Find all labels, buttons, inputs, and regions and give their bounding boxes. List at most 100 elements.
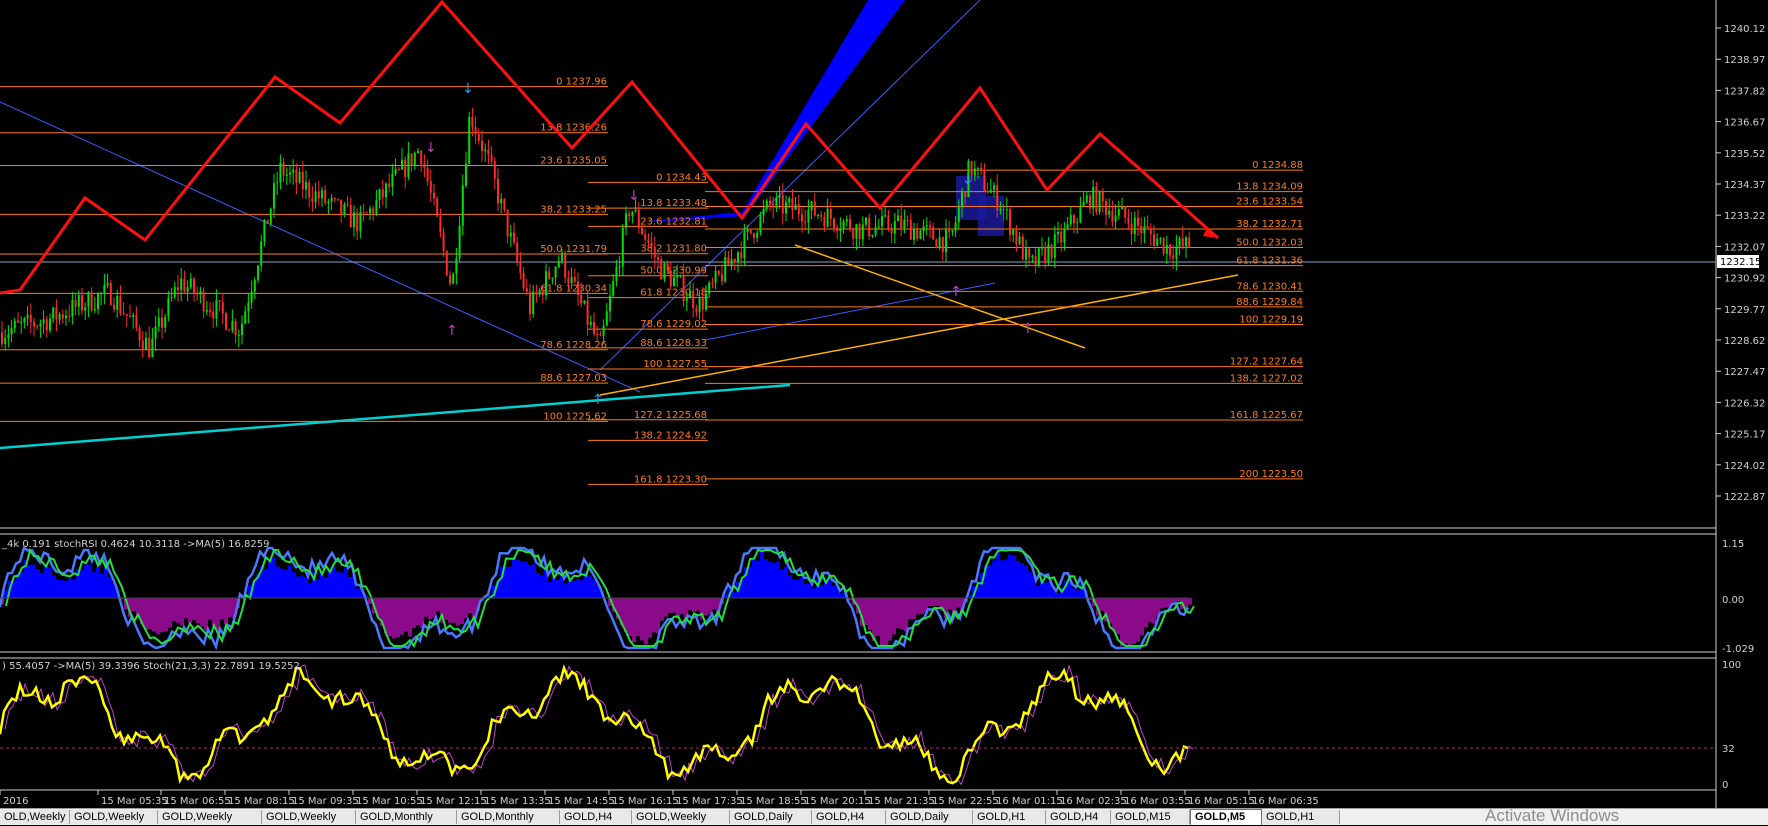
- candle-body: [375, 200, 377, 213]
- candle-body: [859, 224, 861, 239]
- candle-body: [945, 230, 947, 252]
- chart-tab[interactable]: GOLD,Daily: [730, 810, 812, 824]
- chart-tab[interactable]: GOLD,Weekly: [262, 810, 356, 824]
- candle-body: [1159, 238, 1161, 239]
- candle-body: [382, 189, 384, 197]
- fib-level-label: 61.8 1230.18: [640, 288, 707, 299]
- candle-body: [1140, 226, 1142, 233]
- histogram-bar: [756, 561, 760, 598]
- candle-body: [660, 260, 662, 280]
- candle-body: [356, 212, 358, 231]
- chart-tab[interactable]: GOLD,Weekly: [158, 810, 262, 824]
- candle-body: [161, 318, 163, 328]
- candle-body: [974, 168, 976, 175]
- candle-body: [167, 298, 169, 317]
- chart-tab[interactable]: OLD,Weekly: [0, 810, 70, 824]
- histogram-bar: [316, 579, 320, 598]
- candle-body: [929, 225, 931, 227]
- candle-body: [1022, 236, 1024, 259]
- candle-body: [955, 222, 957, 231]
- candle-body: [881, 216, 883, 226]
- candle-body: [513, 233, 515, 243]
- histogram-bar: [68, 578, 72, 598]
- candle-body: [465, 164, 467, 186]
- candle-body: [449, 275, 451, 283]
- histogram-bar: [556, 580, 560, 598]
- chart-tab[interactable]: GOLD,Weekly: [70, 810, 158, 824]
- candle-body: [651, 243, 653, 247]
- histogram-bar: [268, 558, 272, 598]
- candle-body: [740, 252, 742, 258]
- fib-level-label: 161.8 1223.30: [634, 474, 707, 485]
- histogram-bar: [148, 598, 152, 629]
- down-arrow-icon: ↓: [462, 81, 474, 97]
- chart-tab[interactable]: GOLD,H4: [560, 810, 632, 824]
- candle-body: [235, 321, 237, 335]
- histogram-bar: [996, 552, 1000, 598]
- candle-body: [39, 323, 41, 326]
- chart-tab[interactable]: GOLD,Monthly: [356, 810, 457, 824]
- candle-body: [1057, 232, 1059, 234]
- candle-body: [628, 213, 630, 216]
- chart-tab[interactable]: GOLD,M15: [1111, 810, 1190, 824]
- fib-level-label: 50.0 1232.03: [1236, 237, 1303, 248]
- chart-tab[interactable]: GOLD,H1: [973, 810, 1046, 824]
- chart-tab[interactable]: GOLD,M5: [1190, 809, 1262, 825]
- candle-body: [33, 322, 35, 326]
- candle-body: [238, 335, 240, 336]
- up-arrow-icon: ↑: [950, 284, 962, 300]
- histogram-bar: [32, 565, 36, 598]
- chart-tab[interactable]: GOLD,Daily: [886, 810, 973, 824]
- candle-body: [916, 229, 918, 239]
- chart-tab[interactable]: GOLD,H4: [812, 810, 886, 824]
- candle-body: [340, 200, 342, 215]
- candle-body: [196, 294, 198, 295]
- candle-body: [436, 198, 438, 216]
- chart-tab[interactable]: GOLD,Monthly: [457, 810, 560, 824]
- candle-body: [673, 278, 675, 287]
- candle-body: [654, 247, 656, 258]
- histogram-bar: [884, 598, 888, 647]
- candle-body: [100, 293, 102, 294]
- price-tick-label: 1222.87: [1724, 492, 1765, 503]
- histogram-bar: [1148, 598, 1152, 622]
- histogram-bar: [404, 598, 408, 632]
- candle-body: [750, 229, 752, 234]
- candle-body: [807, 210, 809, 223]
- chart-tab[interactable]: GOLD,Weekly: [632, 810, 730, 824]
- candle-body: [619, 266, 621, 267]
- candle-body: [347, 204, 349, 205]
- histogram-bar: [328, 571, 332, 598]
- histogram-bar: [176, 598, 180, 623]
- candle-body: [30, 315, 32, 323]
- histogram-bar: [784, 567, 788, 598]
- histogram-bar: [1076, 590, 1080, 598]
- histogram-bar: [956, 598, 960, 608]
- histogram-bar: [908, 598, 912, 620]
- histogram-bar: [340, 573, 344, 598]
- candle-body: [596, 334, 598, 335]
- candle-body: [894, 221, 896, 233]
- candle-body: [827, 209, 829, 227]
- candle-body: [1025, 248, 1027, 259]
- histogram-bar: [432, 598, 436, 618]
- price-chart-area[interactable]: 0 1237.9613.8 1236.2623.6 1235.0538.2 12…: [0, 0, 1768, 808]
- histogram-bar: [52, 575, 56, 598]
- histogram-bar: [900, 598, 904, 629]
- candle-body: [980, 168, 982, 171]
- candle-body: [324, 190, 326, 203]
- candle-body: [865, 218, 867, 225]
- main-chart-panel[interactable]: [0, 0, 1716, 528]
- candle-body: [532, 292, 534, 314]
- chart-tab[interactable]: GOLD,H4: [1046, 810, 1111, 824]
- candle-body: [276, 182, 278, 183]
- histogram-bar: [212, 598, 216, 626]
- candle-body: [996, 185, 998, 210]
- histogram-bar: [1140, 598, 1144, 635]
- histogram-bar: [800, 578, 804, 598]
- histogram-bar: [396, 598, 400, 637]
- chart-tab[interactable]: GOLD,H1: [1262, 810, 1340, 824]
- candle-body: [388, 184, 390, 187]
- candle-body: [852, 230, 854, 239]
- candle-body: [142, 341, 144, 350]
